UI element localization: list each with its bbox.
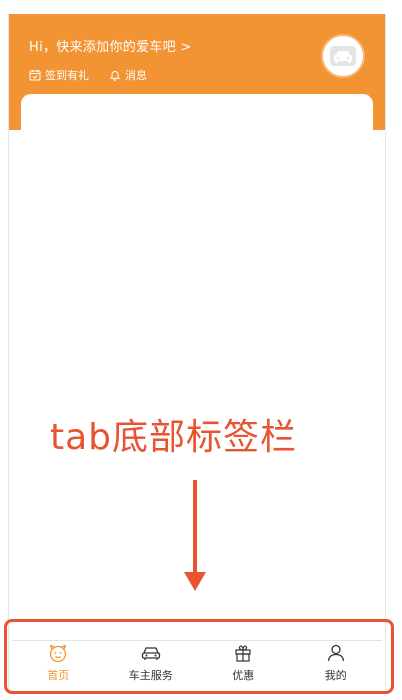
- bottom-tab-bar: 首页 车主服务 优惠 我的: [12, 640, 382, 685]
- car-avatar-icon: [330, 46, 356, 66]
- annotation-arrow-icon: [184, 480, 206, 591]
- gift-icon: [235, 645, 251, 662]
- user-icon: [327, 644, 344, 662]
- checkin-label: 签到有礼: [45, 69, 89, 82]
- add-car-link[interactable]: Hi，快来添加你的爱车吧 >: [29, 36, 192, 55]
- tab-home-label: 首页: [47, 669, 70, 682]
- car-avatar[interactable]: [321, 34, 365, 78]
- tab-offers[interactable]: 优惠: [197, 641, 290, 685]
- calendar-icon: [29, 70, 41, 81]
- tab-mine-label: 我的: [324, 669, 347, 682]
- tab-owner-services-label: 车主服务: [128, 669, 173, 682]
- tab-mine[interactable]: 我的: [290, 641, 383, 685]
- annotation-label: tab底部标签栏: [50, 417, 298, 458]
- quick-links: 签到有礼 消息: [29, 67, 167, 83]
- car-icon: [141, 647, 160, 660]
- tab-owner-services[interactable]: 车主服务: [105, 641, 198, 685]
- home-icon: [50, 644, 67, 663]
- messages-link[interactable]: 消息: [109, 67, 147, 83]
- tab-home[interactable]: 首页: [12, 641, 105, 685]
- checkin-link[interactable]: 签到有礼: [29, 67, 89, 83]
- tab-offers-label: 优惠: [232, 669, 255, 682]
- messages-label: 消息: [125, 69, 147, 82]
- bell-icon: [109, 71, 121, 81]
